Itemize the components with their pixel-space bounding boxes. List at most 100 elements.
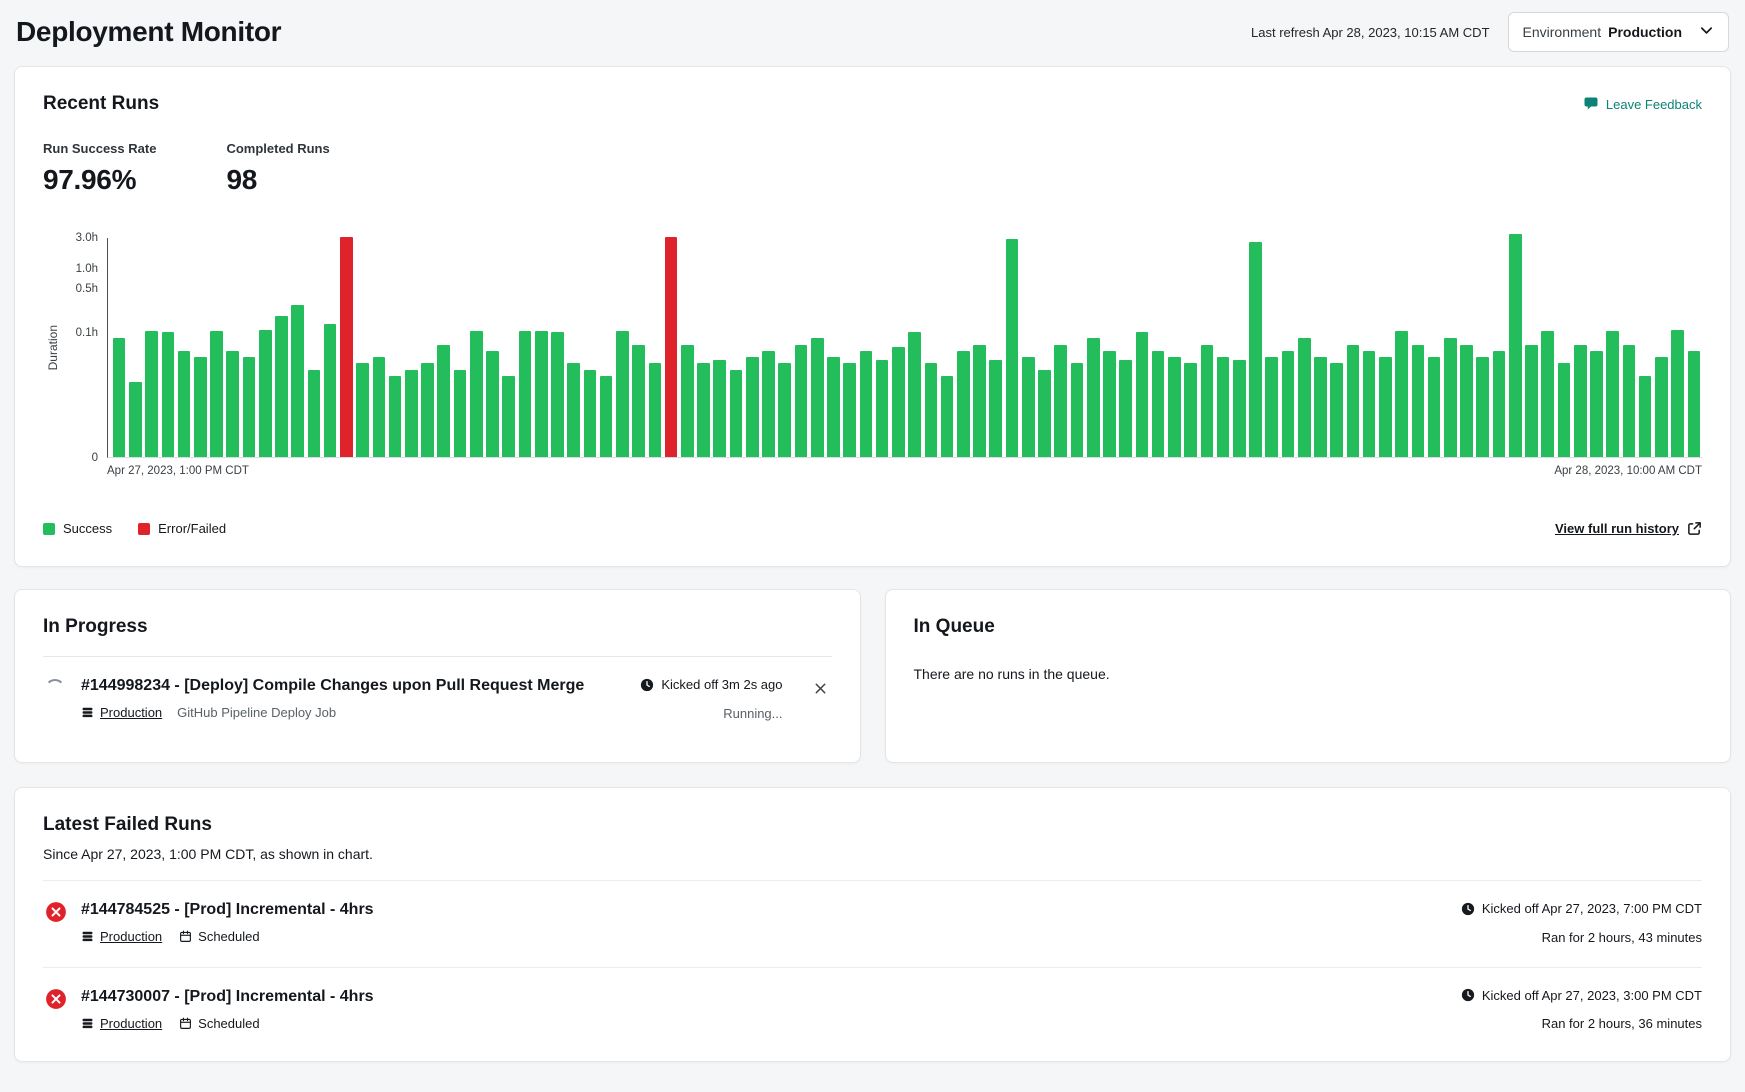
chart-bar[interactable] xyxy=(1590,351,1603,457)
chart-bar[interactable] xyxy=(1152,351,1165,457)
chart-bar[interactable] xyxy=(1265,357,1278,457)
chart-bar[interactable] xyxy=(681,345,694,458)
chart-bar[interactable] xyxy=(1038,370,1051,458)
chart-bar[interactable] xyxy=(356,363,369,457)
chart-bar[interactable] xyxy=(1428,357,1441,457)
chart-bar[interactable] xyxy=(243,357,256,457)
chart-bar[interactable] xyxy=(908,332,921,457)
chart-bar[interactable] xyxy=(437,345,450,458)
chart-bar[interactable] xyxy=(308,370,321,458)
chart-bar[interactable] xyxy=(730,370,743,458)
chart-bar[interactable] xyxy=(162,332,175,457)
chart-bar[interactable] xyxy=(551,332,564,457)
chart-bar[interactable] xyxy=(1460,345,1473,458)
chart-bar[interactable] xyxy=(1282,351,1295,457)
chart-bar[interactable] xyxy=(194,357,207,457)
chart-bar[interactable] xyxy=(616,331,629,457)
close-icon[interactable] xyxy=(809,677,832,700)
chart-bar[interactable] xyxy=(535,331,548,457)
chart-bar[interactable] xyxy=(1395,331,1408,457)
chart-bar[interactable] xyxy=(1217,357,1230,457)
chart-bar[interactable] xyxy=(178,351,191,457)
view-full-run-history-link[interactable]: View full run history xyxy=(1555,521,1702,536)
chart-bar[interactable] xyxy=(600,376,613,457)
chart-bar[interactable] xyxy=(113,338,126,457)
chart-bar[interactable] xyxy=(778,363,791,457)
chart-bar[interactable] xyxy=(1623,345,1636,458)
chart-bar[interactable] xyxy=(1574,345,1587,458)
chart-bar[interactable] xyxy=(502,376,515,457)
chart-bar[interactable] xyxy=(713,360,726,458)
chart-bar[interactable] xyxy=(746,357,759,457)
environment-link[interactable]: Production xyxy=(100,705,162,720)
chart-bar[interactable] xyxy=(843,363,856,457)
chart-bar[interactable] xyxy=(1103,351,1116,457)
chart-bar[interactable] xyxy=(567,363,580,457)
chart-bar[interactable] xyxy=(1444,338,1457,457)
chart-bar[interactable] xyxy=(649,363,662,457)
chart-bar[interactable] xyxy=(1509,234,1522,457)
chart-bar[interactable] xyxy=(632,345,645,458)
chart-bar[interactable] xyxy=(697,363,710,457)
chart-bar[interactable] xyxy=(389,376,402,457)
chart-bar[interactable] xyxy=(1330,363,1343,457)
environment-dropdown[interactable]: Environment Production xyxy=(1508,12,1729,52)
chart-bar[interactable] xyxy=(1558,363,1571,457)
chart-bar[interactable] xyxy=(811,338,824,457)
chart-bar[interactable] xyxy=(892,347,905,457)
chart-bar[interactable] xyxy=(957,351,970,457)
chart-bar[interactable] xyxy=(1476,357,1489,457)
chart-bar[interactable] xyxy=(860,351,873,457)
chart-bar[interactable] xyxy=(762,351,775,457)
chart-bar[interactable] xyxy=(1022,357,1035,457)
chart-bar[interactable] xyxy=(941,376,954,457)
chart-bar[interactable] xyxy=(259,330,272,457)
chart-bar[interactable] xyxy=(1119,360,1132,458)
chart-bar[interactable] xyxy=(1655,357,1668,457)
chart-bar[interactable] xyxy=(129,382,142,457)
chart-bar[interactable] xyxy=(486,351,499,457)
chart-bar[interactable] xyxy=(454,370,467,458)
environment-link[interactable]: Production xyxy=(100,1016,162,1031)
chart-bar[interactable] xyxy=(1493,351,1506,457)
chart-bar[interactable] xyxy=(405,370,418,458)
chart-bar[interactable] xyxy=(1363,351,1376,457)
chart-bar[interactable] xyxy=(665,237,678,457)
chart-bar[interactable] xyxy=(291,305,304,458)
chart-bar[interactable] xyxy=(470,331,483,457)
chart-bar[interactable] xyxy=(1298,338,1311,457)
chart-bar[interactable] xyxy=(925,363,938,457)
chart-bar[interactable] xyxy=(584,370,597,458)
chart-bar[interactable] xyxy=(1379,357,1392,457)
chart-bar[interactable] xyxy=(1639,376,1652,457)
chart-bar[interactable] xyxy=(1606,331,1619,457)
chart-bar[interactable] xyxy=(1006,239,1019,457)
chart-bar[interactable] xyxy=(973,345,986,458)
chart-bar[interactable] xyxy=(145,331,158,457)
chart-bar[interactable] xyxy=(421,363,434,457)
chart-bar[interactable] xyxy=(1054,345,1067,458)
chart-bar[interactable] xyxy=(226,351,239,457)
chart-bar[interactable] xyxy=(324,324,337,457)
chart-bar[interactable] xyxy=(1087,338,1100,457)
chart-bar[interactable] xyxy=(876,360,889,458)
environment-link[interactable]: Production xyxy=(100,929,162,944)
chart-bar[interactable] xyxy=(1168,357,1181,457)
chart-bar[interactable] xyxy=(1314,357,1327,457)
leave-feedback-link[interactable]: Leave Feedback xyxy=(1583,96,1702,112)
chart-bar[interactable] xyxy=(1233,360,1246,458)
chart-bar[interactable] xyxy=(827,357,840,457)
chart-bar[interactable] xyxy=(989,360,1002,458)
chart-bar[interactable] xyxy=(1671,330,1684,457)
chart-bar[interactable] xyxy=(1184,363,1197,457)
chart-bar[interactable] xyxy=(1136,332,1149,457)
chart-bar[interactable] xyxy=(210,331,223,457)
chart-bar[interactable] xyxy=(519,331,532,457)
chart-bar[interactable] xyxy=(1541,331,1554,457)
chart-bar[interactable] xyxy=(1201,345,1214,458)
chart-bar[interactable] xyxy=(1071,363,1084,457)
chart-bar[interactable] xyxy=(1688,351,1701,457)
chart-bar[interactable] xyxy=(1249,242,1262,457)
chart-bar[interactable] xyxy=(1347,345,1360,458)
chart-bar[interactable] xyxy=(1412,345,1425,458)
